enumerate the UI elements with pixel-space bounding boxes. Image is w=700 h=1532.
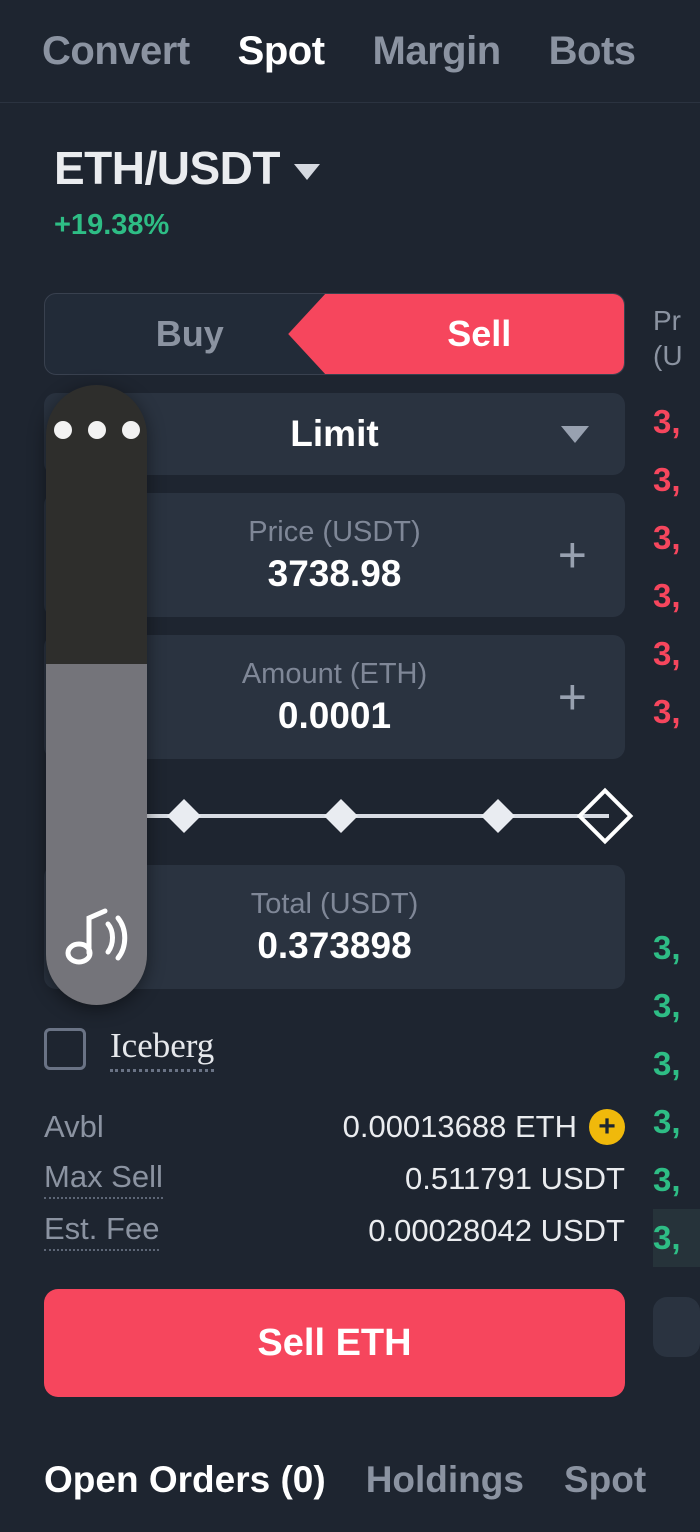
info-row-est-fee: Est. Fee 0.00028042 USDT	[44, 1205, 625, 1257]
account-info-list: Avbl 0.00013688 ETH + Max Sell 0.511791 …	[44, 1101, 625, 1257]
dot	[87, 421, 106, 439]
iceberg-option[interactable]: Iceberg	[44, 1019, 625, 1079]
chevron-down-icon	[294, 164, 320, 180]
chevron-down-icon	[561, 425, 589, 443]
info-row-max-sell: Max Sell 0.511791 USDT	[44, 1153, 625, 1205]
dot	[121, 421, 140, 439]
info-row-avbl: Avbl 0.00013688 ETH +	[44, 1101, 625, 1153]
dot	[53, 421, 72, 439]
order-book-bid-row[interactable]: 3,	[653, 977, 700, 1035]
order-book-side-panel[interactable]	[653, 1297, 700, 1357]
iceberg-label: Iceberg	[110, 1026, 215, 1072]
sell-tab[interactable]: Sell	[335, 294, 625, 374]
tab-margin[interactable]: Margin	[373, 29, 502, 74]
tab-holdings[interactable]: Holdings	[366, 1459, 524, 1501]
amount-increment-button[interactable]: +	[558, 672, 587, 722]
avbl-label: Avbl	[44, 1109, 104, 1144]
tab-open-orders[interactable]: Open Orders (0)	[44, 1459, 326, 1501]
sell-eth-button[interactable]: Sell ETH	[44, 1289, 625, 1397]
pair-header: ETH/USDT +19.38%	[0, 103, 700, 242]
three-dots-icon[interactable]	[46, 421, 147, 439]
slider-tick-25[interactable]	[166, 799, 201, 833]
order-book-bid-row[interactable]: 3,	[653, 1093, 700, 1151]
slider-tick-75[interactable]	[480, 799, 515, 833]
order-type-value: Limit	[290, 413, 379, 454]
avbl-value-group: 0.00013688 ETH +	[343, 1109, 625, 1145]
price-input-value: 3738.98	[267, 552, 402, 594]
pair-selector[interactable]: ETH/USDT	[54, 141, 700, 195]
order-book-ask-row[interactable]: 3,	[653, 683, 700, 741]
avbl-value: 0.00013688 ETH	[342, 1109, 577, 1144]
order-book-header-line1: Pr	[653, 305, 681, 336]
order-book-header: Pr (U	[653, 293, 700, 373]
order-book-bids: 3, 3, 3, 3, 3, 3,	[653, 919, 700, 1267]
order-book: Pr (U 3, 3, 3, 3, 3, 3, 3, 3, 3, 3, 3, 3…	[653, 293, 700, 1357]
amount-input-value: 0.0001	[277, 694, 392, 736]
price-increment-button[interactable]: +	[558, 530, 587, 580]
order-book-bid-row[interactable]: 3,	[653, 1209, 700, 1267]
total-input-label: Total (USDT)	[250, 887, 419, 920]
amount-input-label: Amount (ETH)	[241, 657, 428, 690]
music-note-waves-icon	[64, 906, 130, 973]
price-change-percent: +19.38%	[54, 209, 170, 241]
order-book-bid-row[interactable]: 3,	[653, 1035, 700, 1093]
page-title: ETH/USDT	[54, 142, 281, 194]
order-book-ask-row[interactable]: 3,	[653, 567, 700, 625]
slider-handle[interactable]	[576, 787, 634, 845]
top-navigation-bar: Convert Spot Margin Bots	[0, 0, 700, 103]
tab-spot-bottom[interactable]: Spot	[564, 1459, 646, 1501]
slider-tick-50[interactable]	[323, 799, 358, 833]
max-sell-value: 0.511791 USDT	[405, 1161, 625, 1196]
iceberg-checkbox[interactable]	[44, 1028, 86, 1070]
tab-bots[interactable]: Bots	[549, 29, 636, 74]
order-book-bid-row[interactable]: 3,	[653, 1151, 700, 1209]
est-fee-value: 0.00028042 USDT	[368, 1213, 625, 1248]
order-book-ask-row[interactable]: 3,	[653, 393, 700, 451]
floating-volume-widget[interactable]	[46, 385, 147, 1005]
price-input-label: Price (USDT)	[248, 515, 421, 548]
order-book-spread-gap	[653, 741, 700, 919]
bottom-tab-bar: Open Orders (0) Holdings Spot	[0, 1428, 700, 1532]
max-sell-label[interactable]: Max Sell	[44, 1159, 163, 1199]
buy-tab[interactable]: Buy	[45, 294, 335, 374]
order-book-bid-row[interactable]: 3,	[653, 919, 700, 977]
buy-sell-toggle[interactable]: Buy Sell	[44, 293, 625, 375]
plus-circle-icon[interactable]: +	[589, 1109, 625, 1145]
tab-convert[interactable]: Convert	[42, 29, 190, 74]
order-book-header-line2: (U	[653, 340, 683, 371]
total-input-value: 0.373898	[257, 924, 412, 966]
est-fee-label[interactable]: Est. Fee	[44, 1211, 160, 1251]
order-book-ask-row[interactable]: 3,	[653, 451, 700, 509]
order-book-ask-row[interactable]: 3,	[653, 625, 700, 683]
order-book-ask-row[interactable]: 3,	[653, 509, 700, 567]
order-book-asks: 3, 3, 3, 3, 3, 3,	[653, 393, 700, 741]
tab-spot[interactable]: Spot	[238, 29, 325, 74]
